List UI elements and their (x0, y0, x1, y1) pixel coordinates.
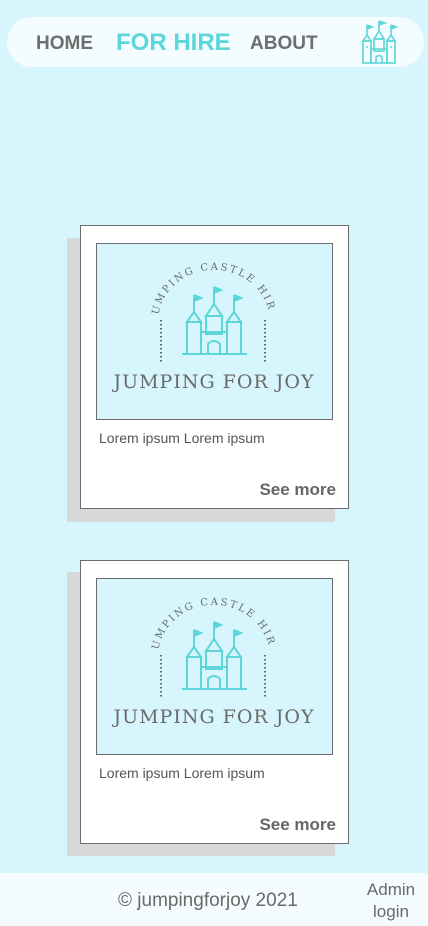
admin-login-line1[interactable]: Admin (356, 879, 426, 901)
jumping-for-joy-logo: JUMPING CASTLE HIRE JUMP (96, 243, 333, 420)
jumping-for-joy-logo: JUMPING CASTLE HIRE JUMP (96, 578, 333, 755)
admin-login-link[interactable]: Admin login (356, 879, 426, 923)
arc-text: JUMPING CASTLE HIRE (97, 244, 275, 316)
card-description: Lorem ipsum Lorem ipsum (99, 430, 265, 446)
footer: © jumpingforjoy 2021 Admin login (0, 873, 428, 926)
nav-home-link[interactable]: HOME (36, 17, 93, 67)
brand-name: JUMPING FOR JOY (111, 706, 314, 728)
top-navigation: HOME FOR HIRE ABOUT (7, 17, 424, 67)
copyright-text: © jumpingforjoy 2021 (118, 890, 298, 911)
admin-login-line2[interactable]: login (356, 901, 426, 923)
nav-for-hire-link[interactable]: FOR HIRE (116, 17, 231, 67)
product-card: JUMPING CASTLE HIRE JUMP (80, 225, 349, 509)
castle-icon[interactable] (355, 19, 403, 65)
product-card: JUMPING CASTLE HIRE JUMP (80, 560, 349, 844)
nav-about-link[interactable]: ABOUT (250, 17, 318, 67)
see-more-link[interactable]: See more (259, 815, 336, 835)
svg-text:JUMPING CASTLE HIRE: JUMPING CASTLE HIRE (97, 244, 277, 316)
see-more-link[interactable]: See more (259, 480, 336, 500)
arc-text: JUMPING CASTLE HIRE (97, 579, 275, 651)
brand-name: JUMPING FOR JOY (111, 371, 314, 393)
svg-text:JUMPING CASTLE HIRE: JUMPING CASTLE HIRE (97, 579, 277, 651)
card-description: Lorem ipsum Lorem ipsum (99, 765, 265, 781)
